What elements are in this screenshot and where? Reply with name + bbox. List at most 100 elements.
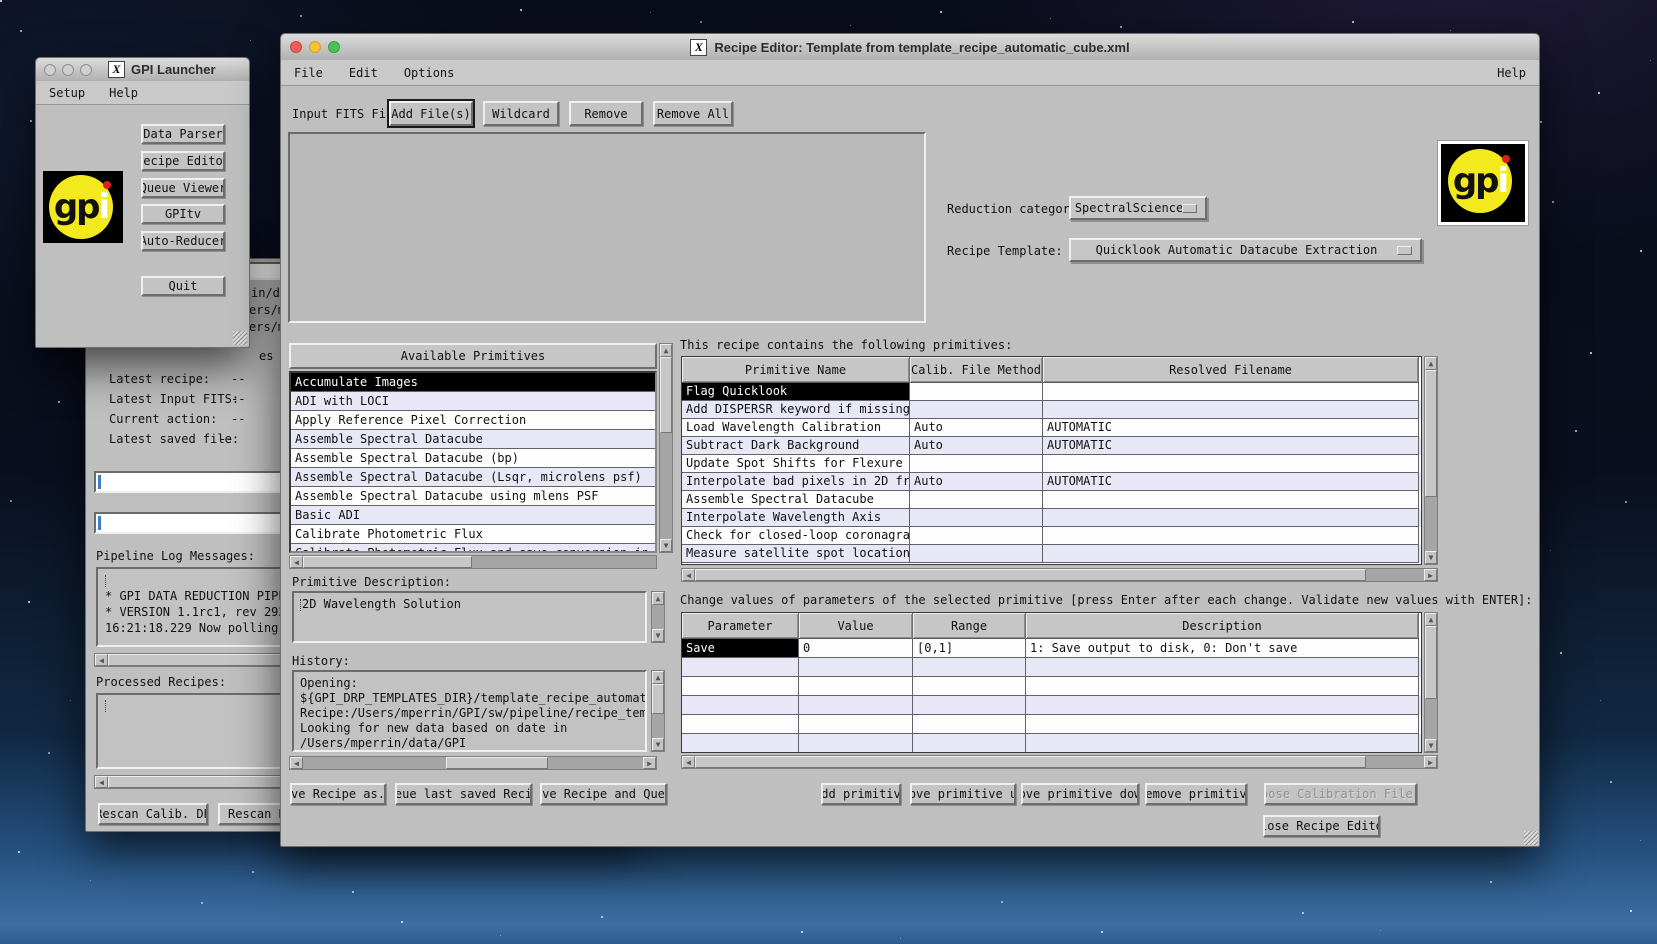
data-parser-button[interactable]: Data Parser	[141, 124, 225, 144]
table-cell[interactable]: Load Wavelength Calibration	[682, 419, 910, 437]
scrollbar-track[interactable]	[660, 357, 672, 539]
scroll-up-icon[interactable]: ▲	[1425, 613, 1437, 626]
launcher-titlebar[interactable]: X GPI Launcher	[36, 58, 249, 82]
params-vertical-scrollbar[interactable]: ▲ ▼	[1424, 612, 1438, 753]
table-cell[interactable]	[1043, 383, 1419, 401]
recipe-table-horizontal-scrollbar[interactable]: ◀ ▶	[681, 568, 1438, 582]
close-recipe-editor-button[interactable]: Close Recipe Editor	[1263, 815, 1380, 837]
list-item[interactable]: Assemble Spectral Datacube (Lsqr, microl…	[291, 468, 655, 487]
menu-help[interactable]: Help	[109, 86, 138, 100]
menu-setup[interactable]: Setup	[49, 86, 85, 100]
table-cell[interactable]	[1026, 696, 1419, 715]
table-cell[interactable]	[1043, 527, 1419, 545]
table-cell[interactable]	[799, 715, 913, 734]
list-item[interactable]: Basic ADI	[291, 506, 655, 525]
table-cell[interactable]	[910, 491, 1043, 509]
remove-all-button[interactable]: Remove All	[653, 101, 733, 126]
table-cell[interactable]: Measure satellite spot locations	[682, 545, 910, 563]
minimize-button[interactable]	[62, 64, 74, 76]
choose-calibration-file-button[interactable]: Choose Calibration File...	[1264, 783, 1417, 805]
table-cell[interactable]: Auto	[910, 437, 1043, 455]
table-cell[interactable]	[1026, 658, 1419, 677]
save-recipe-and-queue-button[interactable]: Save Recipe and Queue	[540, 783, 667, 805]
table-cell[interactable]	[910, 455, 1043, 473]
scrollbar-track[interactable]	[303, 556, 656, 568]
zoom-button[interactable]	[328, 41, 340, 53]
close-button[interactable]	[290, 41, 302, 53]
table-cell[interactable]	[1043, 401, 1419, 419]
scrollbar-thumb[interactable]	[1425, 626, 1437, 699]
table-row[interactable]: Update Spot Shifts for Flexure	[682, 455, 1421, 473]
gpitv-button[interactable]: GPItv	[141, 204, 225, 224]
table-cell[interactable]: Add DISPERSR keyword if missing	[682, 401, 910, 419]
table-cell[interactable]	[682, 734, 799, 753]
table-row[interactable]: Check for closed-loop coronagraphic ima	[682, 527, 1421, 545]
remove-primitive-button[interactable]: Remove primitive	[1145, 783, 1247, 805]
scrollbar-thumb[interactable]	[446, 757, 548, 769]
scroll-left-icon[interactable]: ◀	[95, 776, 108, 788]
table-cell[interactable]: AUTOMATIC	[1043, 473, 1419, 491]
table-cell[interactable]: [0,1]	[913, 639, 1026, 658]
table-cell[interactable]: 1: Save output to disk, 0: Don't save	[1026, 639, 1419, 658]
table-cell[interactable]: Flag Quicklook	[682, 383, 910, 401]
table-cell[interactable]: Auto	[910, 419, 1043, 437]
description-vertical-scrollbar[interactable]: ▲ ▼	[651, 591, 665, 643]
table-cell[interactable]	[913, 734, 1026, 753]
scrollbar-thumb[interactable]	[695, 756, 1366, 768]
list-item[interactable]: Assemble Spectral Datacube (bp)	[291, 449, 655, 468]
parameters-table[interactable]: Parameter Value Range Description Save 0…	[681, 612, 1422, 753]
table-cell[interactable]: Auto	[910, 473, 1043, 491]
scroll-right-icon[interactable]: ▶	[1424, 569, 1437, 581]
table-cell[interactable]: 0	[799, 639, 913, 658]
add-primitive-button[interactable]: Add primitive	[821, 783, 901, 805]
list-item[interactable]: Assemble Spectral Datacube using mlens P…	[291, 487, 655, 506]
table-cell[interactable]: Check for closed-loop coronagraphic ima	[682, 527, 910, 545]
scroll-right-icon[interactable]: ▶	[1424, 756, 1437, 768]
table-cell[interactable]: AUTOMATIC	[1043, 437, 1419, 455]
table-cell[interactable]: Subtract Dark Background	[682, 437, 910, 455]
table-cell[interactable]	[682, 715, 799, 734]
table-cell[interactable]	[913, 658, 1026, 677]
resize-grip-icon[interactable]	[233, 331, 247, 345]
table-cell[interactable]	[682, 696, 799, 715]
table-cell[interactable]	[1026, 715, 1419, 734]
scrollbar-track[interactable]	[652, 684, 664, 738]
table-row[interactable]	[682, 696, 1421, 715]
scroll-down-icon[interactable]: ▼	[1425, 739, 1437, 752]
scrollbar-track[interactable]	[1425, 370, 1437, 551]
wildcard-button[interactable]: Wildcard	[483, 101, 559, 126]
scrollbar-track[interactable]	[695, 756, 1424, 768]
scrollbar-track[interactable]	[1425, 626, 1437, 739]
scroll-down-icon[interactable]: ▼	[660, 539, 672, 552]
table-row[interactable]: Interpolate bad pixels in 2D frame Auto …	[682, 473, 1421, 491]
table-cell[interactable]	[1043, 509, 1419, 527]
list-item[interactable]: Apply Reference Pixel Correction	[291, 411, 655, 430]
history-box[interactable]: Opening: ${GPI_DRP_TEMPLATES_DIR}/templa…	[292, 670, 647, 752]
save-recipe-as-button[interactable]: Save Recipe as...	[290, 783, 386, 805]
scroll-up-icon[interactable]: ▲	[1425, 357, 1437, 370]
scroll-left-icon[interactable]: ◀	[95, 654, 108, 666]
scroll-up-icon[interactable]: ▲	[652, 592, 664, 605]
queue-last-saved-recipe-button[interactable]: Queue last saved Recipe	[395, 783, 532, 805]
history-vertical-scrollbar[interactable]: ▲ ▼	[651, 670, 665, 752]
rescan-calib-db-button[interactable]: Rescan Calib. DB	[98, 803, 208, 825]
auto-reducer-button[interactable]: Auto-Reducer	[141, 231, 225, 251]
menu-file[interactable]: File	[294, 66, 323, 80]
scrollbar-thumb[interactable]	[303, 556, 472, 568]
table-cell[interactable]	[799, 734, 913, 753]
table-row[interactable]	[682, 734, 1421, 753]
table-row[interactable]: Add DISPERSR keyword if missing	[682, 401, 1421, 419]
recipe-template-dropdown[interactable]: Quicklook Automatic Datacube Extraction	[1069, 238, 1422, 262]
move-primitive-down-button[interactable]: Move primitive down	[1021, 783, 1139, 805]
table-row[interactable]: Load Wavelength Calibration Auto AUTOMAT…	[682, 419, 1421, 437]
table-cell[interactable]	[910, 383, 1043, 401]
add-files-button[interactable]: Add File(s)	[389, 101, 473, 126]
move-primitive-up-button[interactable]: Move primitive up	[910, 783, 1016, 805]
table-cell[interactable]	[913, 677, 1026, 696]
scrollbar-track[interactable]	[695, 569, 1424, 581]
scroll-up-icon[interactable]: ▲	[652, 671, 664, 684]
table-cell[interactable]	[1043, 455, 1419, 473]
table-row[interactable]: Save 0 [0,1] 1: Save output to disk, 0: …	[682, 639, 1421, 658]
table-cell[interactable]: Save	[682, 639, 799, 658]
remove-button[interactable]: Remove	[569, 101, 643, 126]
